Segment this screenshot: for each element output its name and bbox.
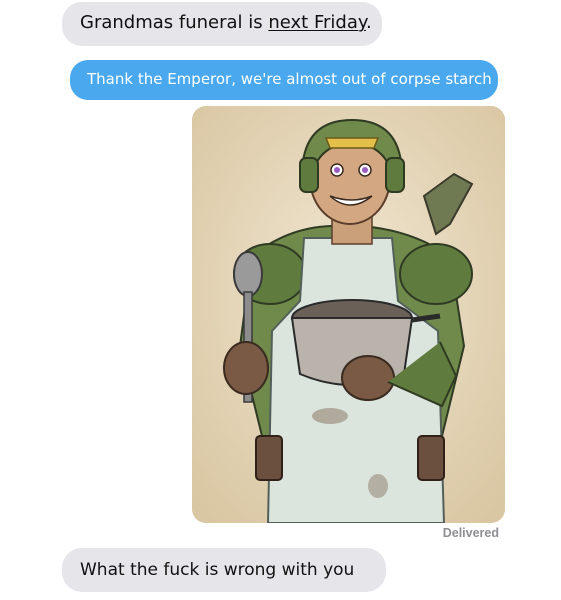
attached-image[interactable] (192, 106, 505, 523)
soldier-illustration (192, 106, 505, 523)
message-text-part: Grandmas funeral is (80, 12, 269, 33)
incoming-message-2[interactable]: What the fuck is wrong with you (62, 548, 386, 592)
message-text: Thank the Emperor, we're almost out of c… (87, 70, 492, 88)
message-text-part: . (365, 12, 372, 33)
incoming-message-1[interactable]: Grandmas funeral is next Friday. (62, 2, 382, 46)
outgoing-message[interactable]: Thank the Emperor, we're almost out of c… (70, 60, 498, 100)
delivered-status: Delivered (442, 526, 499, 540)
date-link[interactable]: next Friday (268, 12, 366, 33)
message-text: What the fuck is wrong with you (80, 560, 355, 580)
